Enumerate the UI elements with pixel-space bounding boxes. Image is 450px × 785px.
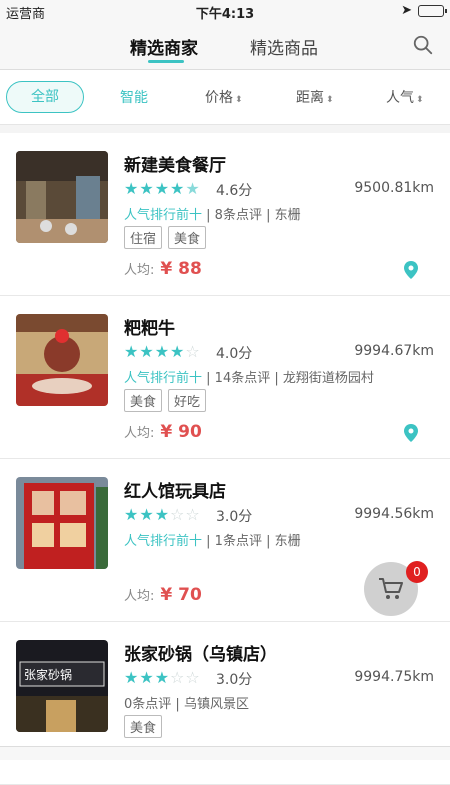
- hot-rank: 人气排行前十: [124, 371, 203, 386]
- store-photo: [16, 151, 108, 243]
- store-meta: 人气排行前十 | 14条点评 | 龙翔街道杨园村: [124, 371, 374, 386]
- filter-price-label: 价格: [205, 90, 233, 106]
- rating-stars: ★★★☆☆: [124, 668, 201, 687]
- sort-icon: ⬍: [326, 95, 334, 105]
- tab-featured-stores[interactable]: 精选商家: [130, 34, 198, 59]
- review-count: 14条点评: [214, 371, 271, 386]
- avg-price-label: 人均:: [124, 426, 155, 441]
- tag-list: 住宿 美食: [124, 226, 207, 249]
- store-area: 龙翔街道杨园村: [282, 371, 374, 386]
- status-right: ➤: [401, 3, 447, 18]
- filter-smart[interactable]: 智能: [120, 87, 148, 107]
- search-icon[interactable]: [412, 34, 434, 56]
- store-photo: 张家砂锅: [16, 640, 108, 732]
- avg-price: 人均: ¥ 70: [124, 585, 202, 605]
- avg-price-value: ¥ 70: [160, 585, 202, 605]
- store-photo: [16, 314, 108, 406]
- avg-price-label: 人均:: [124, 263, 155, 278]
- store-card[interactable]: 粑粑牛 ★★★★☆ 4.0分 9994.67km 人气排行前十 | 14条点评 …: [0, 296, 450, 459]
- rating-score: 3.0分: [216, 672, 253, 688]
- rating-stars: ★★★★☆: [124, 342, 201, 361]
- avg-price: 人均: ¥ 88: [124, 259, 202, 279]
- distance: 9994.67km: [354, 343, 434, 359]
- distance: 9994.56km: [354, 506, 434, 522]
- avg-price: 人均: ¥ 90: [124, 422, 202, 442]
- tag-list: 美食 好吃: [124, 389, 207, 412]
- store-meta: 0条点评 | 乌镇风景区: [124, 697, 249, 712]
- review-count: 0条点评: [124, 697, 172, 712]
- store-name: 新建美食餐厅: [124, 156, 226, 176]
- cart-icon: [379, 578, 403, 599]
- store-name: 红人馆玩具店: [124, 482, 226, 502]
- avg-price-label: 人均:: [124, 589, 155, 604]
- filter-popularity-label: 人气: [386, 90, 414, 106]
- tab-featured-products[interactable]: 精选商品: [250, 34, 318, 59]
- filter-bar: 全部 智能 价格 ⬍ 距离 ⬍ 人气 ⬍: [0, 71, 450, 125]
- tag-list: 美食: [124, 715, 163, 738]
- tag: 美食: [124, 389, 163, 412]
- store-name: 粑粑牛: [124, 319, 175, 339]
- tag: 美食: [168, 226, 207, 249]
- filter-distance-label: 距离: [296, 90, 324, 106]
- review-count: 8条点评: [214, 208, 262, 223]
- location-pin-icon[interactable]: [404, 261, 418, 279]
- location-arrow-icon: ➤: [401, 3, 412, 18]
- store-area: 东栅: [274, 208, 301, 223]
- status-bar: 运营商 下午4:13 ➤: [0, 0, 450, 22]
- store-name: 张家砂锅（乌镇店）: [124, 645, 277, 665]
- review-count: 1条点评: [214, 534, 262, 549]
- hot-rank: 人气排行前十: [124, 534, 203, 549]
- distance: 9994.75km: [354, 669, 434, 685]
- rating-score: 3.0分: [216, 509, 253, 525]
- store-card[interactable]: 张家砂锅 张家砂锅（乌镇店） ★★★☆☆ 3.0分 9994.75km 0条点评…: [0, 622, 450, 785]
- divider: [0, 125, 450, 133]
- sort-icon: ⬍: [235, 95, 243, 105]
- store-area: 东栅: [274, 534, 301, 549]
- filter-popularity[interactable]: 人气 ⬍: [386, 87, 424, 107]
- distance: 9500.81km: [354, 180, 434, 196]
- location-pin-icon[interactable]: [404, 424, 418, 442]
- sort-icon: ⬍: [416, 95, 424, 105]
- svg-text:张家砂锅: 张家砂锅: [24, 667, 72, 682]
- store-meta: 人气排行前十 | 1条点评 | 东栅: [124, 534, 301, 549]
- avg-price-value: ¥ 88: [160, 259, 202, 279]
- rating-stars: ★★★★★: [124, 179, 201, 198]
- rating-stars: ★★★☆☆: [124, 505, 201, 524]
- tag: 好吃: [168, 389, 207, 412]
- avg-price-value: ¥ 90: [160, 422, 202, 442]
- hot-rank: 人气排行前十: [124, 208, 203, 223]
- tag: 住宿: [124, 226, 163, 249]
- filter-distance[interactable]: 距离 ⬍: [296, 87, 334, 107]
- active-tab-indicator: [148, 60, 184, 63]
- store-meta: 人气排行前十 | 8条点评 | 东栅: [124, 208, 301, 223]
- rating-score: 4.0分: [216, 346, 253, 362]
- store-card[interactable]: 新建美食餐厅 ★★★★★ 4.6分 9500.81km 人气排行前十 | 8条点…: [0, 133, 450, 296]
- rating-score: 4.6分: [216, 183, 253, 199]
- clock: 下午4:13: [195, 7, 255, 22]
- tag: 美食: [124, 715, 163, 738]
- filter-all[interactable]: 全部: [6, 81, 84, 113]
- store-area: 乌镇风景区: [183, 697, 249, 712]
- filter-price[interactable]: 价格 ⬍: [205, 87, 243, 107]
- bottom-tab-bar: [0, 746, 450, 760]
- store-photo: [16, 477, 108, 569]
- top-nav: 精选商家 精选商品: [0, 22, 450, 70]
- cart-count-badge: 0: [406, 561, 428, 583]
- battery-icon: [418, 4, 447, 17]
